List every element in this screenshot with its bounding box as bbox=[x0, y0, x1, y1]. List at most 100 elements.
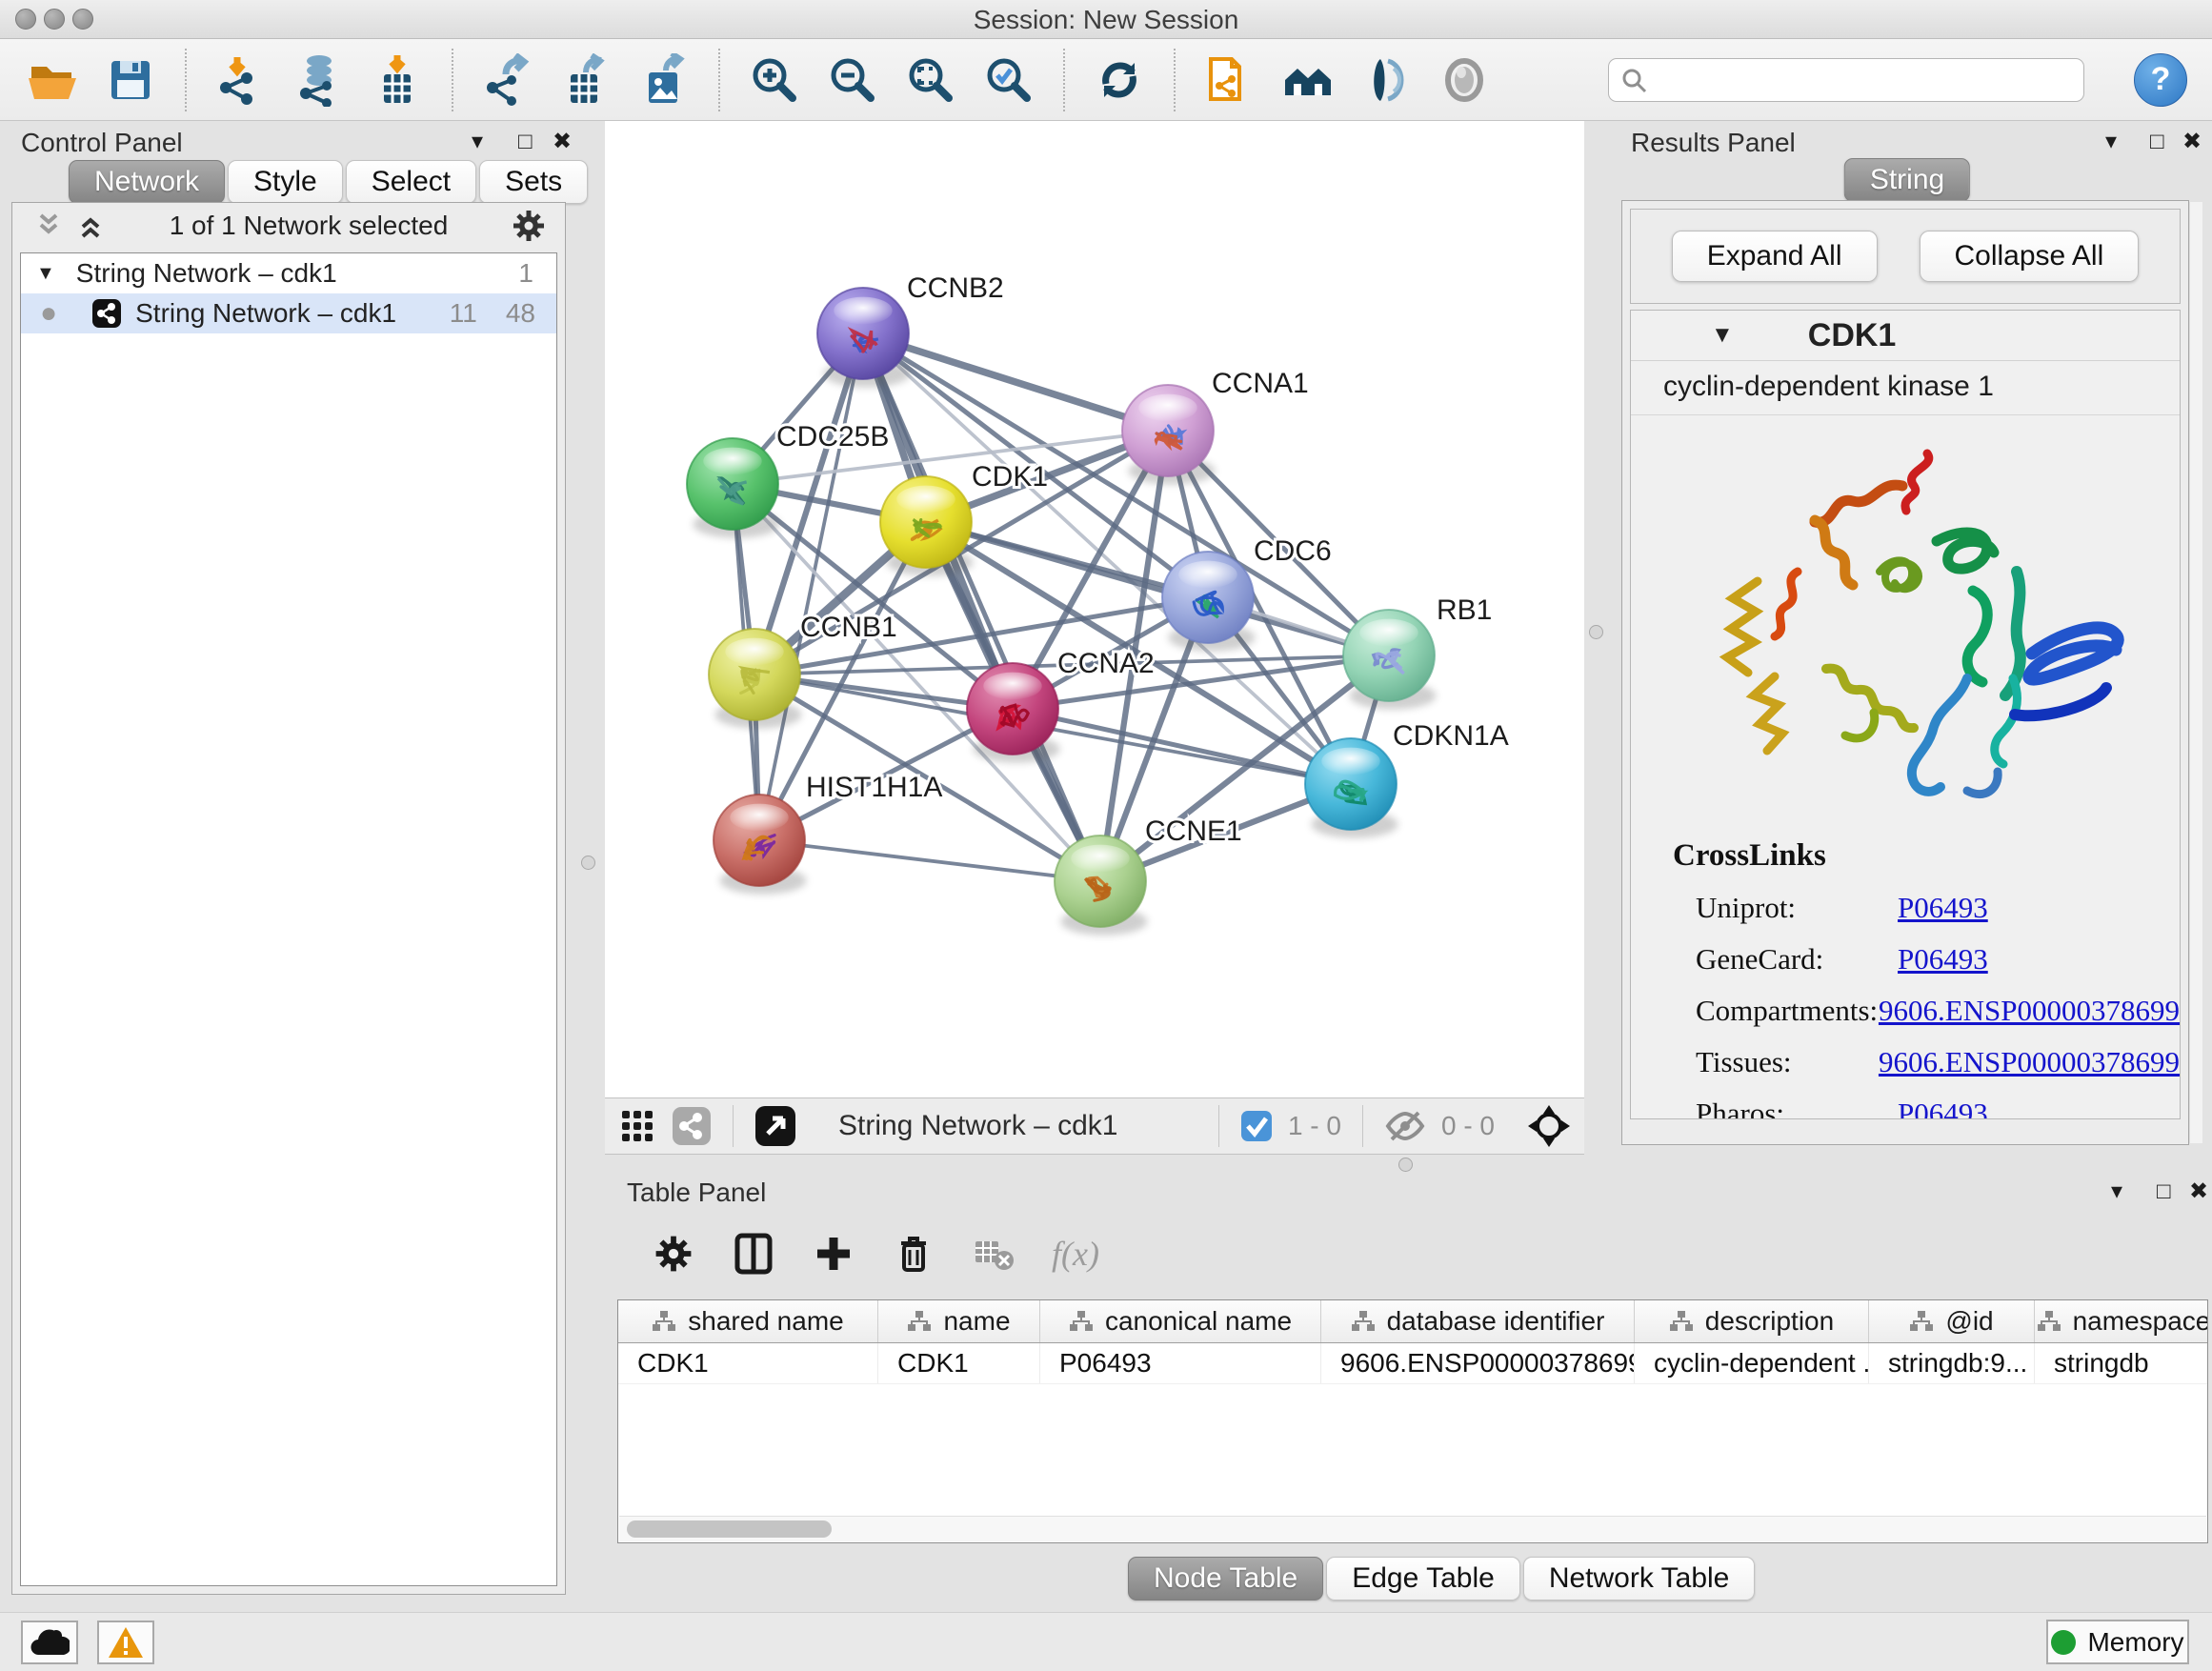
node-HIST1H1A[interactable] bbox=[714, 795, 807, 895]
tab-select[interactable]: Select bbox=[346, 160, 476, 204]
crosslink-link[interactable]: P06493 bbox=[1898, 1097, 1988, 1119]
column-header-shared-name[interactable]: shared name bbox=[618, 1300, 878, 1342]
panel-close-icon[interactable]: ✖ bbox=[2182, 128, 2202, 156]
panel-float-icon[interactable]: □ bbox=[2157, 1178, 2171, 1206]
help-button[interactable]: ? bbox=[2134, 53, 2187, 107]
node-CCNA2[interactable] bbox=[967, 663, 1060, 763]
panel-menu-icon[interactable]: ▾ bbox=[2111, 1178, 2122, 1206]
import-network-button[interactable] bbox=[213, 52, 269, 108]
expand-all-button[interactable]: Expand All bbox=[1672, 231, 1878, 282]
node-CCNA1[interactable] bbox=[1122, 385, 1216, 485]
results-scrollbar[interactable] bbox=[2189, 202, 2202, 1143]
collapse-all-icon[interactable] bbox=[33, 211, 66, 240]
crosslink-link[interactable]: 9606.ENSP00000378699 bbox=[1879, 994, 2180, 1028]
section-caret-icon[interactable]: ▼ bbox=[1711, 322, 1734, 349]
column-header-name[interactable]: name bbox=[878, 1300, 1040, 1342]
node-CDK1[interactable] bbox=[880, 476, 974, 576]
selected-checkbox-icon[interactable] bbox=[1240, 1110, 1273, 1142]
detach-view-icon[interactable] bbox=[754, 1105, 796, 1147]
crosslink-link[interactable]: 9606.ENSP00000378699 bbox=[1879, 1045, 2180, 1079]
node-CCNB2[interactable] bbox=[817, 288, 911, 388]
panel-menu-icon[interactable]: ▾ bbox=[2105, 128, 2117, 156]
panel-close-icon[interactable]: ✖ bbox=[2189, 1178, 2208, 1206]
grid-view-icon[interactable] bbox=[618, 1107, 656, 1145]
edge-CCNB2-CCNA1[interactable] bbox=[863, 333, 1168, 431]
node-CDC25B[interactable] bbox=[687, 438, 780, 538]
zoom-out-button[interactable] bbox=[825, 52, 880, 108]
panel-menu-icon[interactable]: ▾ bbox=[472, 128, 483, 156]
edge-HIST1H1A-CCNE1[interactable] bbox=[759, 840, 1100, 881]
tab-network-table[interactable]: Network Table bbox=[1523, 1557, 1756, 1601]
column-header-description[interactable]: description bbox=[1635, 1300, 1869, 1342]
export-image-button[interactable] bbox=[636, 52, 692, 108]
gene-section-header[interactable]: ▼ CDK1 bbox=[1631, 311, 2180, 361]
cloud-status-button[interactable] bbox=[21, 1621, 78, 1664]
search-input[interactable] bbox=[1608, 58, 2084, 102]
network-collection-row[interactable]: ▼ String Network – cdk1 1 bbox=[21, 253, 556, 293]
save-session-button[interactable] bbox=[103, 52, 158, 108]
add-column-icon[interactable] bbox=[812, 1232, 855, 1276]
network-view-icon[interactable] bbox=[672, 1106, 712, 1146]
vertical-splitter-handle[interactable] bbox=[1589, 625, 1603, 639]
table-cell[interactable]: cyclin-dependent ... bbox=[1635, 1343, 1869, 1383]
memory-button[interactable]: Memory bbox=[2046, 1620, 2189, 1664]
tab-string[interactable]: String bbox=[1844, 158, 1970, 202]
node-CCNB1[interactable] bbox=[709, 629, 802, 729]
zoom-selected-button[interactable] bbox=[981, 52, 1036, 108]
crosslink-link[interactable]: P06493 bbox=[1898, 942, 1988, 976]
gear-icon[interactable] bbox=[652, 1232, 695, 1276]
collapse-all-button[interactable]: Collapse All bbox=[1920, 231, 2140, 282]
import-table-button[interactable] bbox=[370, 52, 425, 108]
horizontal-splitter-handle[interactable] bbox=[1398, 1158, 1413, 1172]
tab-sets[interactable]: Sets bbox=[479, 160, 588, 204]
panel-float-icon[interactable]: □ bbox=[518, 128, 533, 156]
tab-network[interactable]: Network bbox=[69, 160, 225, 204]
gear-icon[interactable] bbox=[510, 207, 548, 245]
panel-float-icon[interactable]: □ bbox=[2150, 128, 2164, 156]
tab-node-table[interactable]: Node Table bbox=[1128, 1557, 1323, 1601]
table-cell[interactable]: stringdb:9... bbox=[1869, 1343, 2035, 1383]
column-header-namespace[interactable]: namespace bbox=[2035, 1300, 2208, 1342]
node-CCNE1[interactable] bbox=[1055, 836, 1148, 936]
export-network-button[interactable] bbox=[480, 52, 535, 108]
table-cell[interactable]: 9606.ENSP00000378699 bbox=[1321, 1343, 1635, 1383]
network-from-file-button[interactable] bbox=[1202, 52, 1257, 108]
zoom-in-button[interactable] bbox=[747, 52, 802, 108]
select-columns-icon[interactable] bbox=[732, 1232, 775, 1276]
node-CDKN1A[interactable] bbox=[1305, 738, 1398, 838]
node-RB1[interactable] bbox=[1343, 610, 1437, 710]
node-CDC6[interactable] bbox=[1162, 552, 1256, 652]
table-hscrollbar[interactable] bbox=[619, 1516, 2206, 1541]
import-database-button[interactable] bbox=[292, 52, 347, 108]
table-cell[interactable]: P06493 bbox=[1040, 1343, 1321, 1383]
expand-all-icon[interactable] bbox=[75, 211, 108, 240]
birdseye-icon[interactable] bbox=[1527, 1104, 1571, 1148]
table-cell[interactable]: stringdb bbox=[2035, 1343, 2208, 1383]
zoom-fit-button[interactable] bbox=[903, 52, 958, 108]
graphics-details-button[interactable] bbox=[1358, 52, 1414, 108]
network-row-selected[interactable]: ● String Network – cdk1 11 48 bbox=[21, 293, 556, 333]
table-cell[interactable]: CDK1 bbox=[618, 1343, 878, 1383]
function-builder-button[interactable]: f(x) bbox=[1052, 1234, 1099, 1274]
column-header-database-identifier[interactable]: database identifier bbox=[1321, 1300, 1635, 1342]
network-graph[interactable]: CCNB2CCNA1CDC25BCDK1CDC6RB1CCNB1CCNA2CDK… bbox=[605, 121, 1584, 1097]
panel-close-icon[interactable]: ✖ bbox=[553, 128, 572, 156]
open-file-button[interactable] bbox=[25, 52, 80, 108]
delete-column-icon[interactable] bbox=[892, 1232, 935, 1276]
tab-edge-table[interactable]: Edge Table bbox=[1326, 1557, 1520, 1601]
tab-style[interactable]: Style bbox=[228, 160, 343, 204]
hscrollbar-thumb[interactable] bbox=[627, 1520, 832, 1538]
preview-toggle-button[interactable] bbox=[1437, 52, 1492, 108]
delete-table-icon[interactable] bbox=[972, 1232, 1016, 1276]
tree-caret-icon[interactable]: ▼ bbox=[36, 263, 55, 285]
home-button[interactable] bbox=[1280, 52, 1336, 108]
column-header-canonical-name[interactable]: canonical name bbox=[1040, 1300, 1321, 1342]
refresh-button[interactable] bbox=[1092, 52, 1147, 108]
table-cell[interactable]: CDK1 bbox=[878, 1343, 1040, 1383]
table-row[interactable]: CDK1CDK1P064939606.ENSP00000378699cyclin… bbox=[618, 1343, 2207, 1384]
export-table-button[interactable] bbox=[558, 52, 613, 108]
network-canvas[interactable]: CCNB2CCNA1CDC25BCDK1CDC6RB1CCNB1CCNA2CDK… bbox=[605, 121, 1584, 1097]
crosslink-link[interactable]: P06493 bbox=[1898, 891, 1988, 925]
vertical-splitter-handle[interactable] bbox=[581, 856, 595, 870]
column-header-@id[interactable]: @id bbox=[1869, 1300, 2035, 1342]
